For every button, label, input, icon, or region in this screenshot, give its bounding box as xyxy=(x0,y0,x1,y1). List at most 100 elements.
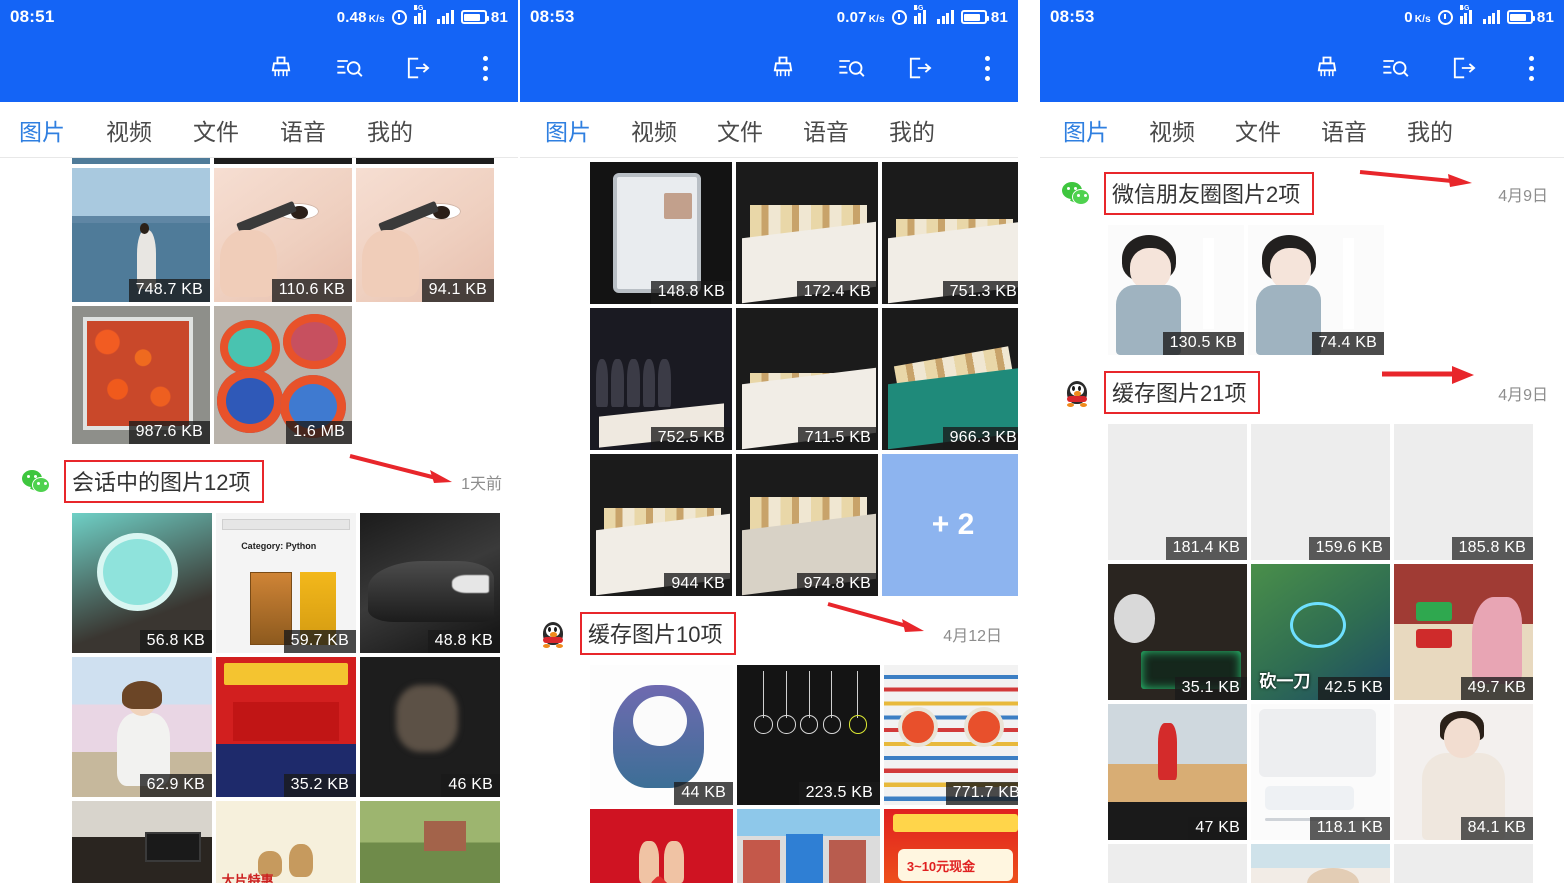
list-item[interactable] xyxy=(737,809,880,883)
list-item[interactable]: 49.7 KB xyxy=(1394,564,1533,700)
list-item[interactable]: 46 KB xyxy=(360,657,500,797)
signal-bars-sim1-icon: 4G xyxy=(1459,5,1477,24)
tab-videos[interactable]: 视频 xyxy=(1149,113,1195,147)
signal-bars-sim1-icon: 4G xyxy=(913,5,931,24)
list-item[interactable]: 大片特惠 xyxy=(216,801,356,883)
list-item[interactable]: 62.9 KB xyxy=(72,657,212,797)
filter-search-icon[interactable] xyxy=(332,51,366,85)
overflow-menu-icon[interactable] xyxy=(1514,51,1548,85)
tab-files[interactable]: 文件 xyxy=(717,113,763,147)
tab-mine[interactable]: 我的 xyxy=(889,113,935,147)
tab-images[interactable]: 图片 xyxy=(1063,113,1109,147)
signal-bars-sim1-icon: 4G xyxy=(413,5,431,24)
content-list-3[interactable]: 微信朋友圈图片2项 4月9日 130.5 KB 74.4 KB 缓存图片21项 … xyxy=(1040,158,1564,883)
list-item[interactable]: 84.1 KB xyxy=(1394,704,1533,840)
list-item[interactable]: 砍一刀 42.5 KB xyxy=(1251,564,1390,700)
list-item[interactable]: 181.4 KB xyxy=(1108,424,1247,560)
file-size-badge: 118.1 KB xyxy=(1309,817,1390,840)
list-item[interactable]: 35.1 KB xyxy=(1108,564,1247,700)
tab-mine[interactable]: 我的 xyxy=(367,113,413,147)
filter-search-icon[interactable] xyxy=(1378,51,1412,85)
file-size-badge: 48.8 KB xyxy=(427,630,500,653)
section-header-qq-cache-10[interactable]: 缓存图片10项 4月12日 xyxy=(520,596,1018,665)
list-item[interactable] xyxy=(1108,844,1247,883)
wechat-icon xyxy=(1062,179,1092,209)
tab-images[interactable]: 图片 xyxy=(19,113,65,147)
list-item[interactable]: 185.8 KB xyxy=(1394,424,1533,560)
table-row[interactable] xyxy=(214,158,352,164)
list-item[interactable] xyxy=(590,809,733,883)
list-item[interactable]: 44 KB xyxy=(590,665,733,805)
list-item[interactable]: 94.1 KB xyxy=(356,168,494,302)
table-row[interactable] xyxy=(72,158,210,164)
list-item[interactable]: 110.6 KB xyxy=(214,168,352,302)
list-item[interactable]: 48.8 KB xyxy=(360,513,500,653)
list-item[interactable]: 47 KB xyxy=(1108,704,1247,840)
file-size-badge: 56.8 KB xyxy=(139,630,212,653)
list-item[interactable]: 711.5 KB xyxy=(736,308,878,450)
overflow-menu-icon[interactable] xyxy=(468,51,502,85)
tab-files[interactable]: 文件 xyxy=(193,113,239,147)
section-header-wechat-moments[interactable]: 微信朋友圈图片2项 4月9日 xyxy=(1040,158,1564,225)
filter-search-icon[interactable] xyxy=(834,51,868,85)
qq-icon xyxy=(1062,378,1092,408)
list-item[interactable]: 172.4 KB xyxy=(736,162,878,304)
list-item[interactable]: 751.3 KB xyxy=(882,162,1018,304)
export-icon[interactable] xyxy=(1446,51,1480,85)
file-size-badge: 42.5 KB xyxy=(1317,677,1390,700)
tab-videos[interactable]: 视频 xyxy=(106,113,152,147)
annotation-arrow xyxy=(349,454,452,483)
broom-clean-icon[interactable] xyxy=(264,51,298,85)
status-indicators: 0.07 K/s 4G 81 xyxy=(837,5,1008,26)
list-item[interactable]: Category: Python 59.7 KB xyxy=(216,513,356,653)
more-tile[interactable]: + 2 xyxy=(882,454,1018,596)
list-item[interactable]: 1.6 MB xyxy=(214,306,352,444)
section-header-conversation-images[interactable]: 会话中的图片12项 1天前 xyxy=(0,444,518,513)
overflow-menu-icon[interactable] xyxy=(970,51,1004,85)
tab-videos[interactable]: 视频 xyxy=(631,113,677,147)
tab-voice[interactable]: 语音 xyxy=(803,113,849,147)
content-list-2[interactable]: 148.8 KB 172.4 KB 751.3 KB 752.5 KB 711.… xyxy=(520,158,1018,883)
list-item[interactable]: 748.7 KB xyxy=(72,168,210,302)
list-item[interactable]: 159.6 KB xyxy=(1251,424,1390,560)
list-item[interactable]: 966.3 KB xyxy=(882,308,1018,450)
list-item[interactable]: 74.4 KB xyxy=(1248,225,1384,355)
list-item[interactable]: 130.5 KB xyxy=(1108,225,1244,355)
list-item[interactable]: 118.1 KB xyxy=(1251,704,1390,840)
status-clock: 08:53 xyxy=(1050,7,1095,26)
list-item[interactable]: 974.8 KB xyxy=(736,454,878,596)
list-item[interactable] xyxy=(360,801,500,883)
file-size-badge: 987.6 KB xyxy=(128,421,210,444)
tab-voice[interactable]: 语音 xyxy=(280,113,326,147)
list-item[interactable] xyxy=(72,801,212,883)
tab-files[interactable]: 文件 xyxy=(1235,113,1281,147)
export-icon[interactable] xyxy=(902,51,936,85)
list-item[interactable]: 35.2 KB xyxy=(216,657,356,797)
broom-clean-icon[interactable] xyxy=(1310,51,1344,85)
tab-voice[interactable]: 语音 xyxy=(1321,113,1367,147)
section-header-qq-cache-21[interactable]: 缓存图片21项 4月9日 xyxy=(1040,355,1564,424)
file-size-badge: 35.1 KB xyxy=(1174,677,1247,700)
section-date: 4月9日 xyxy=(1498,187,1548,205)
list-item[interactable]: 752.5 KB xyxy=(590,308,732,450)
tab-mine[interactable]: 我的 xyxy=(1407,113,1453,147)
panel-divider-2 xyxy=(1018,0,1040,883)
list-item[interactable] xyxy=(1394,844,1533,883)
list-item[interactable] xyxy=(1251,844,1390,883)
list-item[interactable]: 56.8 KB xyxy=(72,513,212,653)
list-item[interactable]: 148.8 KB xyxy=(590,162,732,304)
list-item[interactable]: 987.6 KB xyxy=(72,306,210,444)
list-item[interactable]: 944 KB xyxy=(590,454,732,596)
broom-clean-icon[interactable] xyxy=(766,51,800,85)
list-item[interactable]: 771.7 KB xyxy=(884,665,1018,805)
tab-images[interactable]: 图片 xyxy=(545,113,591,147)
export-icon[interactable] xyxy=(400,51,434,85)
list-item[interactable]: 223.5 KB xyxy=(737,665,880,805)
battery-percent: 81 xyxy=(1536,8,1554,26)
content-list-1[interactable]: 748.7 KB 110.6 KB 94.1 KB 987.6 KB 1.6 M… xyxy=(0,158,518,883)
signal-bars-sim2-icon xyxy=(1483,10,1500,24)
file-size-badge: 1.6 MB xyxy=(286,421,352,444)
list-item[interactable]: 3~10元现金 xyxy=(884,809,1018,883)
table-row[interactable] xyxy=(356,158,494,164)
network-type-label: 4G xyxy=(1459,5,1470,12)
